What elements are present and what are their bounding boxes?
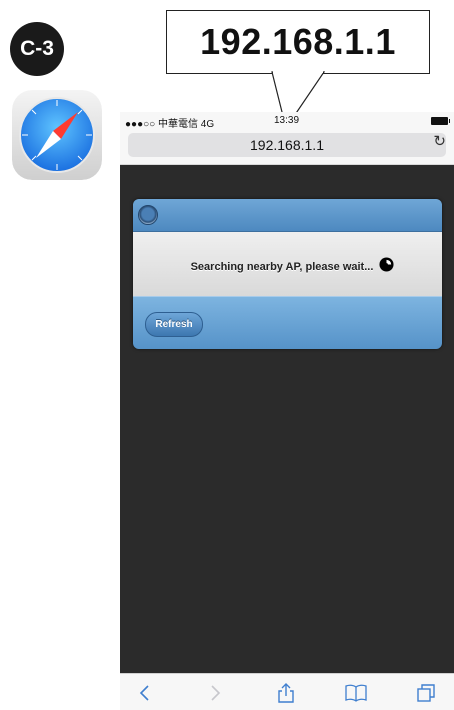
battery-icon xyxy=(431,117,450,125)
share-icon[interactable] xyxy=(275,683,297,703)
loading-spinner-icon xyxy=(379,256,394,272)
url-callout: 192.168.1.1 xyxy=(166,10,430,74)
safari-compass-icon xyxy=(12,90,102,180)
address-bar[interactable]: 192.168.1.1 xyxy=(128,133,446,157)
clock: 13:39 xyxy=(274,115,300,126)
forward-arrow-icon[interactable] xyxy=(204,683,226,703)
bookmarks-icon[interactable] xyxy=(345,683,367,703)
header-dot-icon xyxy=(138,205,158,225)
refresh-button[interactable]: Refresh xyxy=(145,312,203,337)
carrier-label: ●●●○○ 中華電信 4G xyxy=(125,119,215,130)
address-bar-area: 192.168.1.1 ↻ xyxy=(120,130,454,165)
phone-screen: ●●●○○ 中華電信 4G 13:39 192.168.1.1 ↻ Search… xyxy=(120,112,454,710)
step-badge: C-3 xyxy=(10,22,64,76)
dialog-header xyxy=(133,199,442,232)
reload-icon[interactable]: ↻ xyxy=(433,134,446,150)
dialog-footer: Refresh xyxy=(133,296,442,349)
page-content: Searching nearby AP, please wait... Refr… xyxy=(120,165,454,673)
tabs-icon[interactable] xyxy=(416,683,438,703)
back-arrow-icon[interactable] xyxy=(134,683,156,703)
status-message: Searching nearby AP, please wait... xyxy=(190,261,374,273)
status-bar: ●●●○○ 中華電信 4G 13:39 xyxy=(120,112,454,130)
browser-toolbar xyxy=(120,673,454,710)
address-text: 192.168.1.1 xyxy=(250,137,324,153)
ap-search-dialog: Searching nearby AP, please wait... Refr… xyxy=(133,199,442,349)
dialog-body: Searching nearby AP, please wait... xyxy=(133,232,442,296)
